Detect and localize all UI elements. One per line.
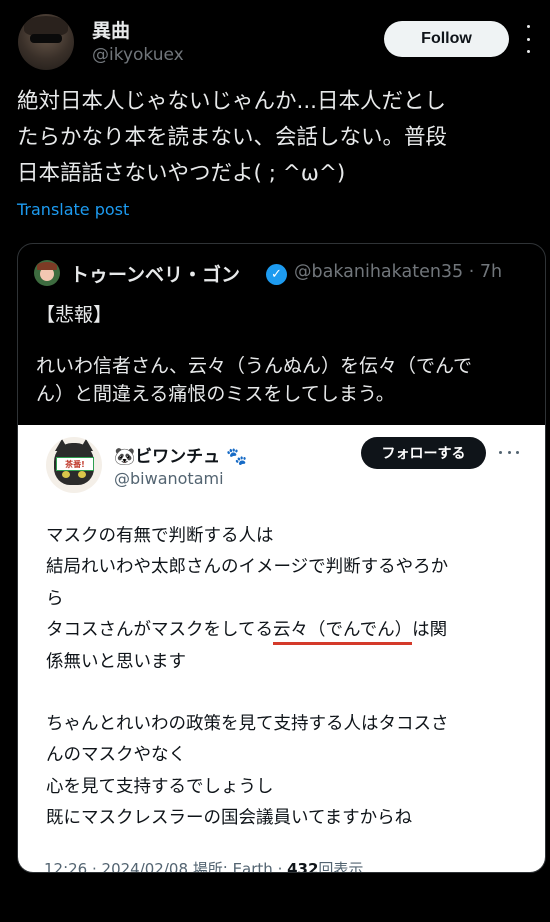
embedded-line: 係無いと思います [46, 651, 186, 672]
quoted-post[interactable]: トゥーンベリ・ゴン ✓ @bakanihakaten35 · 7h 【悲報】 れ… [17, 243, 546, 873]
quoted-line: れいわ信者さん、云々（うんぬん）を伝々（でんで [36, 355, 473, 377]
author-avatar[interactable] [18, 14, 74, 70]
embedded-author-name: 🐼ビワンチュ 🐾 [114, 447, 248, 467]
post-line: たらかなり本を読まない、会話しない。普段 [17, 125, 448, 150]
quoted-line: ん）と間違える痛恨のミスをしてしまう。 [36, 383, 395, 405]
embedded-line: 心を見て支持するでしょうし [46, 776, 274, 797]
quoted-author-name[interactable]: トゥーンベリ・ゴン [70, 260, 240, 287]
post-line: 絶対日本人じゃないじゃんか...日本人だとし [17, 89, 447, 114]
follow-button[interactable]: Follow [384, 21, 509, 57]
views-label: 回表示 [318, 860, 364, 873]
embedded-line: 既にマスクレスラーの国会議員いてますからね [46, 808, 413, 829]
post-line: 日本語話さないやつだよ( ; ^ω^) [17, 161, 346, 186]
embedded-line: んのマスクやなく [46, 745, 186, 766]
quoted-headline: 【悲報】 [36, 304, 113, 326]
underlined-text: 云々（でんでん） [272, 620, 413, 646]
verified-icon: ✓ [266, 264, 287, 285]
embedded-line: ら [46, 588, 64, 609]
author-name[interactable]: 異曲 [92, 16, 130, 43]
embedded-line: 結局れいわや太郎さんのイメージで判断するやろか [46, 557, 449, 578]
embedded-follow-button: フォローする [361, 437, 486, 469]
embedded-author-handle: @biwanotami [114, 469, 224, 488]
embedded-footer: 12:26 · 2024/02/08 場所: Earth · 432回表示 [44, 858, 364, 873]
post-text: 絶対日本人じゃないじゃんか...日本人だとし たらかなり本を読まない、会話しない… [17, 84, 537, 192]
quoted-text: れいわ信者さん、云々（うんぬん）を伝々（でんで ん）と間違える痛恨のミスをしてし… [36, 352, 536, 408]
embedded-text-segment: タコスさんがマスクをしてる [46, 620, 273, 641]
embedded-more-icon [499, 451, 519, 455]
quoted-avatar[interactable] [34, 260, 60, 286]
embedded-line: タコスさんがマスクをしてる云々（でんでん）は関 [46, 615, 526, 646]
embedded-text: マスクの有無で判断する人は 結局れいわや太郎さんのイメージで判断するやろか ら … [46, 521, 526, 835]
embedded-screenshot[interactable]: 茶番! 🐼ビワンチュ 🐾 @biwanotami フォローする マスクの有無で判… [18, 425, 545, 872]
embedded-avatar: 茶番! [46, 437, 102, 493]
more-icon[interactable] [522, 25, 534, 53]
author-handle[interactable]: @ikyokuex [92, 45, 184, 65]
embedded-line: マスクの有無で判断する人は [46, 526, 274, 546]
view-count: 432 [287, 860, 319, 873]
embedded-line: ちゃんとれいわの政策を見て支持する人はタコスさ [46, 714, 449, 735]
avatar-badge: 茶番! [56, 457, 94, 471]
embedded-text-segment: は関 [412, 620, 448, 641]
translate-post-link[interactable]: Translate post [17, 200, 129, 219]
quoted-handle-time: @bakanihakaten35 · 7h [294, 262, 503, 282]
post-meta: 12:26 · 2024/02/08 場所: Earth · [44, 860, 288, 873]
